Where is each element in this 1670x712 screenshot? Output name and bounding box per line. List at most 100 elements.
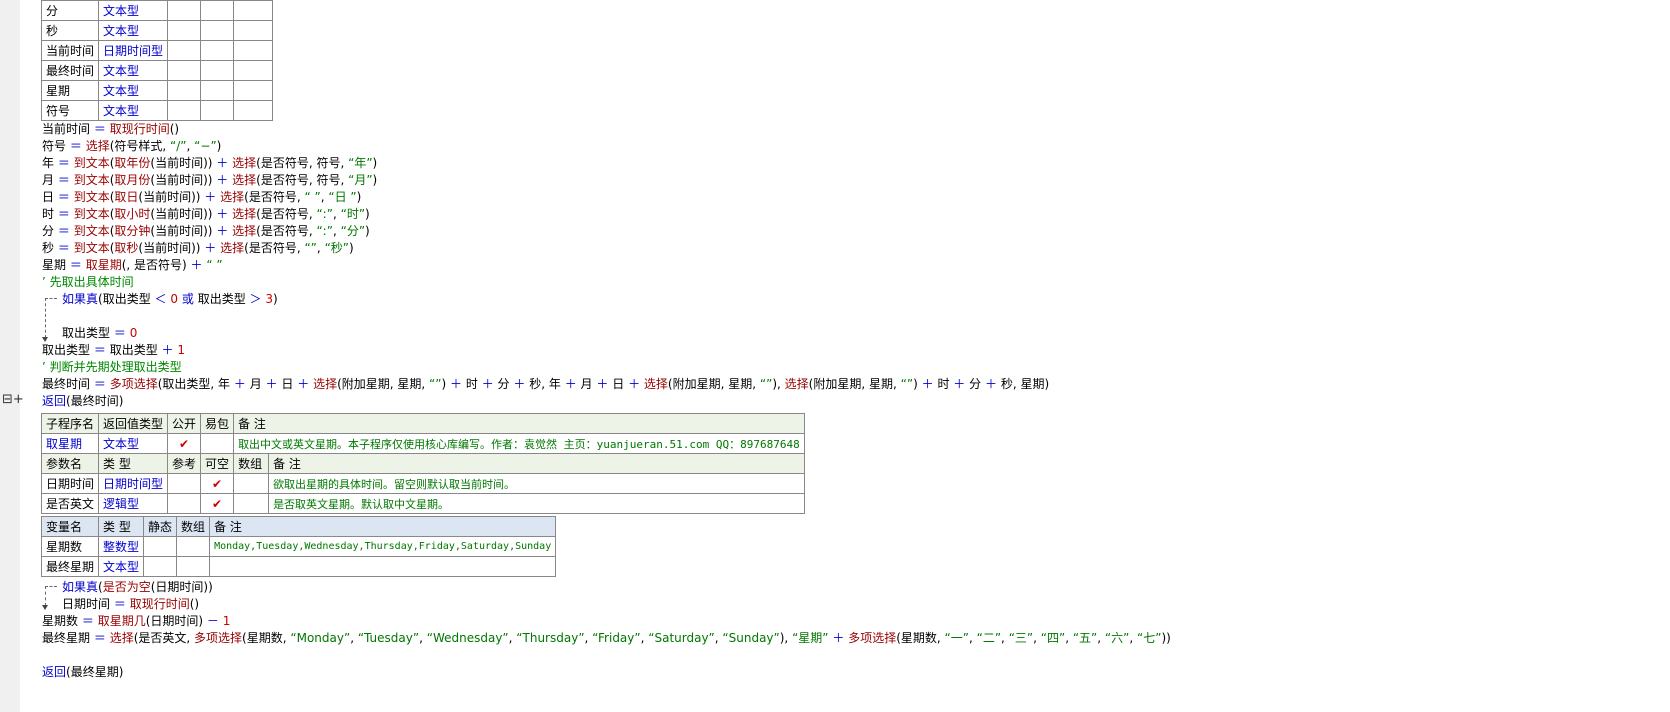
code-line[interactable]: ’ 先取出具体时间 [42, 273, 134, 291]
code-line[interactable]: 日 ＝ 到文本(取日(当前时间)) ＋ 选择(是否符号, “ ”, “日 ”) [42, 188, 361, 206]
code-line[interactable]: 返回(最终星期) [42, 663, 123, 681]
var-note-cell[interactable]: Monday,Tuesday,Wednesday,Thursday,Friday… [209, 536, 557, 557]
var-array-cell[interactable] [200, 0, 235, 21]
var-array-cell[interactable] [200, 60, 235, 81]
easy-pack-cell[interactable] [200, 433, 235, 454]
param-type-cell[interactable]: 逻辑型 [98, 493, 169, 514]
code-line[interactable]: 星期数 ＝ 取星期几(日期时间) － 1 [42, 612, 230, 630]
param-note-cell[interactable]: 是否取英文星期。默认取中文星期。 [268, 493, 805, 514]
code-token: ＝ [57, 190, 70, 204]
code-token: (当前时间)) [150, 156, 213, 170]
code-token: 到文本 [73, 173, 110, 187]
var-name-cell[interactable]: 星期 [40, 80, 100, 101]
var-static-cell[interactable] [167, 60, 202, 81]
var-note-cell[interactable] [209, 556, 557, 577]
code-line[interactable]: 符号 ＝ 选择(符号样式, “/”, “−”) [42, 137, 221, 155]
var-note-cell[interactable] [233, 80, 274, 101]
var-name-cell[interactable]: 符号 [40, 100, 100, 121]
var-name-cell[interactable]: 最终星期 [40, 556, 100, 577]
param-type-cell[interactable]: 日期时间型 [98, 473, 169, 494]
var-type-cell[interactable]: 文本型 [98, 60, 169, 81]
code-line[interactable]: 年 ＝ 到文本(取年份(当前时间)) ＋ 选择(是否符号, 符号, “年”) [42, 154, 377, 172]
var-type-cell[interactable]: 文本型 [98, 556, 145, 577]
var-name-cell[interactable]: 当前时间 [40, 40, 100, 61]
code-token: (附加星期, 星期, [808, 377, 897, 391]
check-icon[interactable]: ✔ [200, 493, 235, 514]
var-name-cell[interactable]: 秒 [40, 20, 100, 41]
var-static-cell[interactable] [167, 100, 202, 121]
code-line[interactable]: 取出类型 ＝ 0 [62, 324, 137, 342]
var-note-cell[interactable] [233, 40, 274, 61]
var-static-cell[interactable] [167, 0, 202, 21]
var-array-cell[interactable] [200, 20, 235, 41]
code-token: ＋ [297, 377, 310, 391]
code-token: 星期) [1020, 377, 1050, 391]
param-array-cell[interactable] [233, 493, 270, 514]
check-icon[interactable]: ✔ [167, 433, 202, 454]
code-line[interactable]: 取出类型 ＝ 取出类型 ＋ 1 [42, 341, 185, 359]
sub-name-cell[interactable]: 取星期 [40, 433, 100, 454]
var-type-cell[interactable]: 文本型 [98, 100, 169, 121]
var-type-cell[interactable]: 文本型 [98, 20, 169, 41]
var-static-cell[interactable] [143, 556, 178, 577]
param-name-cell[interactable]: 是否英文 [40, 493, 100, 514]
var-array-cell[interactable] [200, 100, 235, 121]
code-line[interactable]: 分 ＝ 到文本(取分钟(当前时间)) ＋ 选择(是否符号, “:”, “分”) [42, 222, 370, 240]
code-line[interactable]: 最终星期 ＝ 选择(是否英文, 多项选择(星期数, “Monday”, “Tue… [42, 629, 1171, 647]
var-static-cell[interactable] [167, 20, 202, 41]
code-token: ＋ [265, 377, 278, 391]
code-token: (当前时间)) [150, 207, 213, 221]
collapse-icon[interactable]: ⊟+ [2, 392, 24, 407]
code-token: (是否符号, [244, 190, 301, 204]
code-token: ＋ [832, 631, 845, 645]
code-line[interactable]: 如果真(取出类型 ＜ 0 或 取出类型 ＞ 3) [62, 290, 278, 308]
param-ref-cell[interactable] [167, 493, 202, 514]
code-token: (附加星期, 星期, [667, 377, 757, 391]
sub-return-type-cell[interactable]: 文本型 [98, 433, 169, 454]
code-token: ＝ [113, 326, 126, 340]
code-line[interactable]: 时 ＝ 到文本(取小时(当前时间)) ＋ 选择(是否符号, “:”, “时”) [42, 205, 370, 223]
check-icon[interactable]: ✔ [200, 473, 235, 494]
param-note-cell[interactable]: 欲取出星期的具体时间。留空则默认取当前时间。 [268, 473, 805, 494]
code-line[interactable]: 日期时间 ＝ 取现行时间() [62, 595, 199, 613]
code-line[interactable]: 当前时间 ＝ 取现行时间() [42, 120, 179, 138]
var-note-cell[interactable] [233, 60, 274, 81]
var-type-cell[interactable]: 文本型 [98, 80, 169, 101]
code-line[interactable]: 如果真(是否为空(日期时间)) [62, 578, 213, 596]
code-line[interactable]: 返回(最终时间) [42, 392, 123, 410]
var-type-cell[interactable]: 文本型 [98, 0, 169, 21]
var-type-cell[interactable]: 日期时间型 [98, 40, 169, 61]
var-array-cell[interactable] [176, 556, 211, 577]
var-type-cell[interactable]: 整数型 [98, 536, 145, 557]
code-token: 秒 [42, 241, 55, 255]
var-note-cell[interactable] [233, 20, 274, 41]
var-static-cell[interactable] [167, 40, 202, 61]
code-token: 分 [42, 224, 55, 238]
code-line[interactable]: 星期 ＝ 取星期(, 是否符号) ＋ “ ” [42, 256, 223, 274]
var-array-cell[interactable] [200, 80, 235, 101]
var-array-cell[interactable] [200, 40, 235, 61]
var-static-cell[interactable] [167, 80, 202, 101]
var-name-cell[interactable]: 分 [40, 0, 100, 21]
code-line[interactable]: 秒 ＝ 到文本(取秒(当前时间)) ＋ 选择(是否符号, “”, “秒”) [42, 239, 354, 257]
code-token: ＋ [984, 377, 997, 391]
param-name-cell[interactable]: 日期时间 [40, 473, 100, 494]
param-array-cell[interactable] [233, 473, 270, 494]
code-token: ) [273, 292, 278, 306]
var-name-cell[interactable]: 最终时间 [40, 60, 100, 81]
code-line[interactable]: 月 ＝ 到文本(取月份(当前时间)) ＋ 选择(是否符号, 符号, “月”) [42, 171, 377, 189]
var-array-cell[interactable] [176, 536, 211, 557]
var-name-cell[interactable]: 星期数 [40, 536, 100, 557]
param-ref-cell[interactable] [167, 473, 202, 494]
var-note-cell[interactable] [233, 0, 274, 21]
var-static-cell[interactable] [143, 536, 178, 557]
code-token: 如果真 [62, 292, 99, 306]
code-token: 取月份 [114, 173, 151, 187]
code-token: 取小时 [114, 207, 151, 221]
var-note-cell[interactable] [233, 100, 274, 121]
code-token: ) [372, 156, 378, 170]
code-line[interactable]: ’ 判断并先期处理取出类型 [42, 358, 182, 376]
sub-note-cell[interactable]: 取出中文或英文星期。本子程序仅使用核心库编写。作者：袁觉然 主页：yuanjue… [233, 433, 805, 454]
code-token: 日 [42, 190, 55, 204]
code-line[interactable]: 最终时间 ＝ 多项选择(取出类型, 年 ＋ 月 ＋ 日 ＋ 选择(附加星期, 星… [42, 375, 1049, 393]
